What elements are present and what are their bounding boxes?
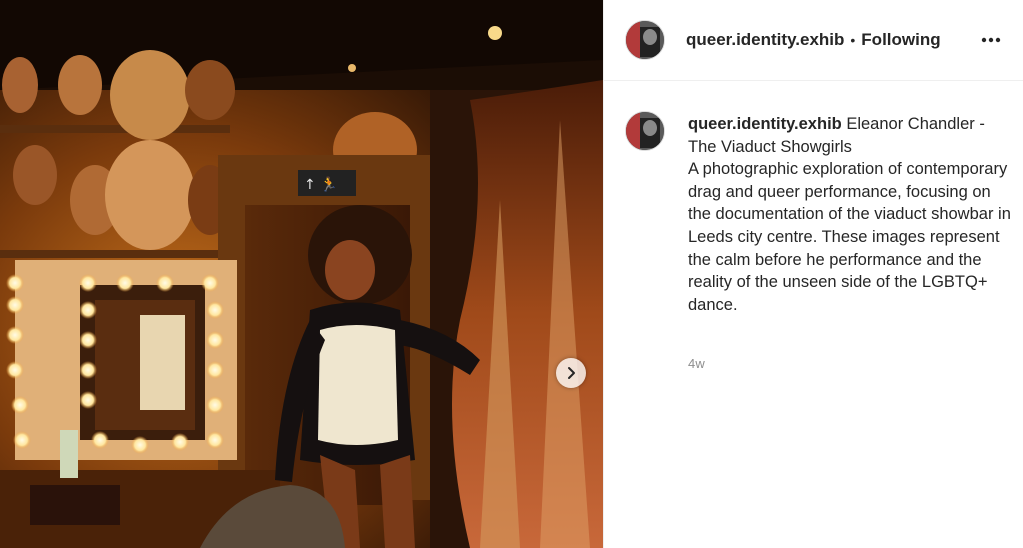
- caption-username-link[interactable]: queer.identity.exhib: [688, 115, 842, 133]
- post-header: queer.identity.exhib • Following: [604, 0, 1023, 81]
- following-button[interactable]: Following: [861, 30, 940, 50]
- avatar-image: [626, 112, 664, 150]
- more-options-icon: [981, 37, 1001, 43]
- header-username-link[interactable]: queer.identity.exhib: [686, 30, 844, 50]
- caption-text: A photographic exploration of contempora…: [688, 160, 1011, 314]
- backstage-photo: ↑ 🏃: [0, 0, 603, 548]
- post-timestamp[interactable]: 4w: [688, 356, 705, 371]
- avatar[interactable]: [625, 20, 665, 60]
- more-options-button[interactable]: [979, 28, 1003, 52]
- next-photo-button[interactable]: [556, 358, 586, 388]
- caption-avatar[interactable]: [625, 111, 665, 151]
- separator-dot: •: [850, 32, 856, 48]
- caption: queer.identity.exhib Eleanor Chandler - …: [688, 113, 1013, 316]
- chevron-right-icon: [568, 367, 575, 379]
- caption-avatar-wrap: [625, 111, 665, 151]
- post-side-panel: queer.identity.exhib • Following queer.i…: [603, 0, 1023, 548]
- post-photo[interactable]: ↑ 🏃: [0, 0, 603, 548]
- svg-text:↑ 🏃: ↑ 🏃: [304, 176, 338, 193]
- avatar-image: [626, 21, 664, 59]
